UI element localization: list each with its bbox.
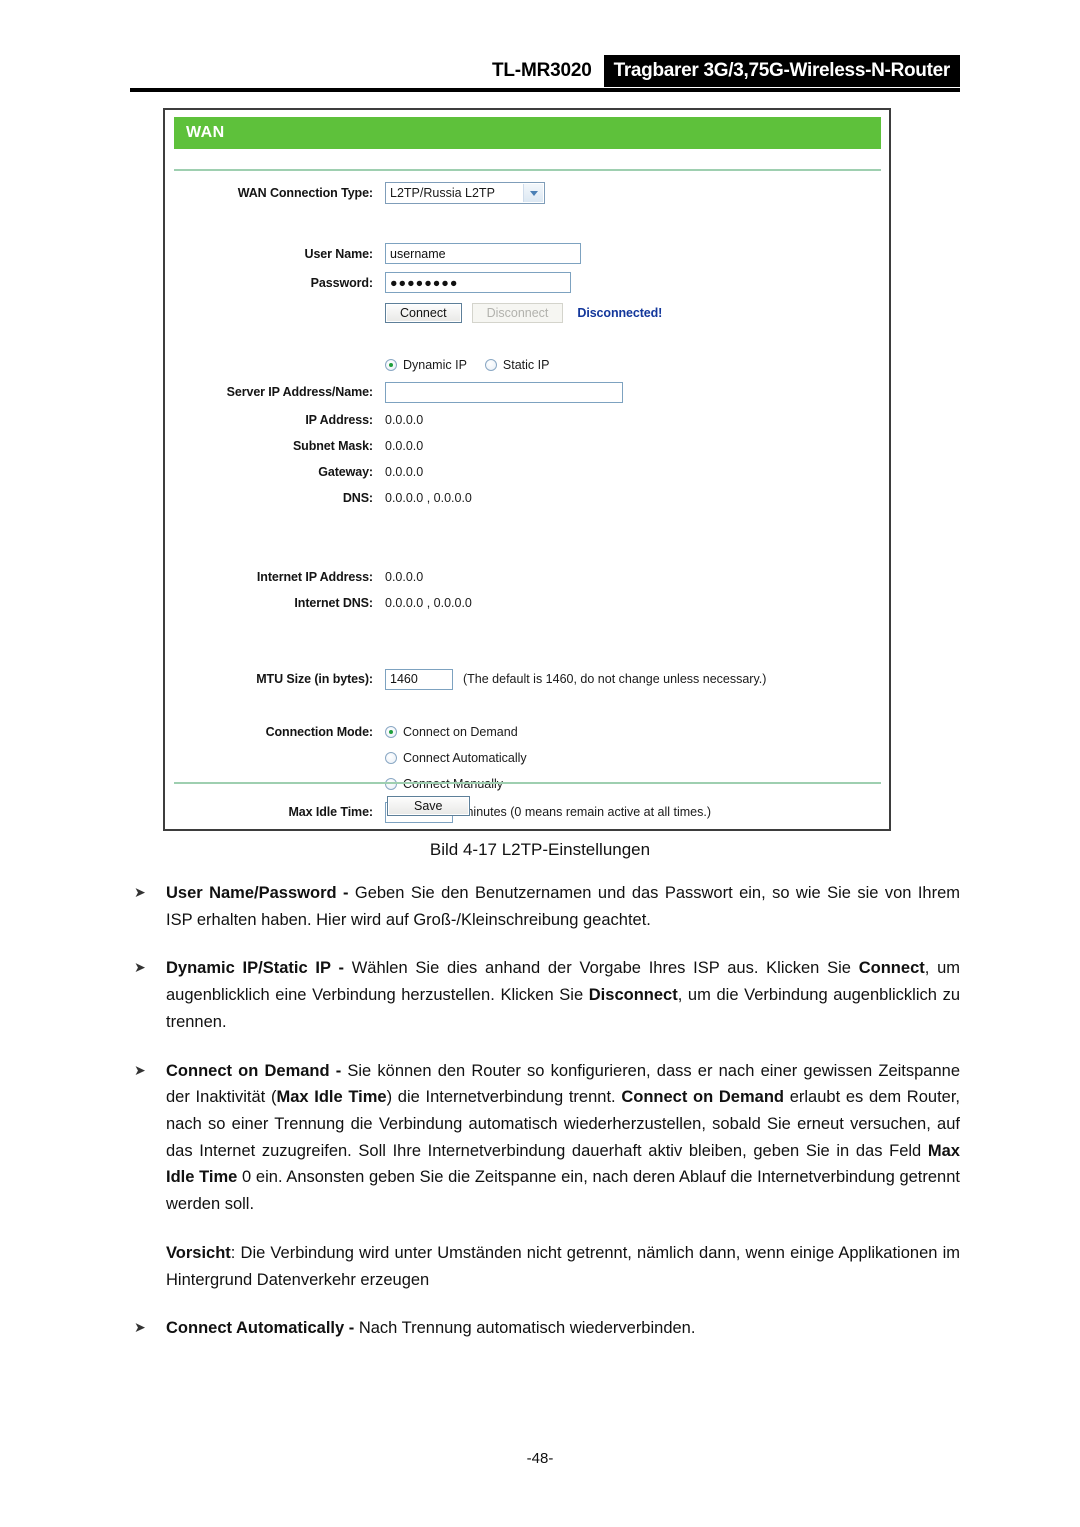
internet-dns-label: Internet DNS: xyxy=(294,596,373,610)
row-connection-mode: Connection Mode: Connect on Demand xyxy=(165,718,889,745)
radio-dynamic-ip-label: Dynamic IP xyxy=(403,357,467,372)
radio-connect-manually-icon[interactable] xyxy=(385,778,397,790)
bullet-3-term: Connect on Demand - xyxy=(166,1061,348,1080)
bottom-divider xyxy=(174,782,881,784)
row-server-ip: Server IP Address/Name: xyxy=(165,378,889,406)
row-ip-address: IP Address: 0.0.0.0 xyxy=(165,406,889,433)
radio-connect-automatically-icon[interactable] xyxy=(385,752,397,764)
radio-dynamic-ip[interactable]: Dynamic IP xyxy=(385,358,467,372)
wan-panel-title: WAN xyxy=(186,124,225,141)
save-row: Save xyxy=(165,796,889,816)
wan-connection-type-select[interactable]: L2TP/Russia L2TP xyxy=(385,182,545,204)
bullet-marker-icon: ➤ xyxy=(134,884,146,900)
row-connect-automatically: Connect Automatically xyxy=(165,745,889,771)
page-footer: -48- xyxy=(526,1450,554,1467)
radio-connect-automatically-label: Connect Automatically xyxy=(403,751,527,765)
bullet-1-term: User Name/Password - xyxy=(166,884,355,902)
mtu-size-hint: (The default is 1460, do not change unle… xyxy=(463,672,767,686)
radio-connect-on-demand[interactable]: Connect on Demand xyxy=(385,725,518,739)
disconnect-button: Disconnect xyxy=(471,303,564,323)
connection-mode-label: Connection Mode: xyxy=(265,724,374,739)
bullet-marker-icon: ➤ xyxy=(134,1061,146,1078)
dns-value: 0.0.0.0 , 0.0.0.0 xyxy=(385,491,472,505)
wan-panel-title-bar: WAN xyxy=(174,117,881,149)
internet-ip-address-value: 0.0.0.0 xyxy=(385,569,424,584)
header-product-name: Tragbarer 3G/3,75G-Wireless-N-Router xyxy=(603,55,960,87)
wan-connection-type-value: L2TP/Russia L2TP xyxy=(390,186,495,200)
bullet-user-name-password: ➤ User Name/Password - Geben Sie den Ben… xyxy=(130,880,960,933)
bullet-2-bold-disconnect: Disconnect xyxy=(588,986,678,1005)
password-label: Password: xyxy=(310,275,373,290)
save-button[interactable]: Save xyxy=(387,796,470,816)
row-mtu-size: MTU Size (in bytes): (The default is 146… xyxy=(165,664,889,694)
row-subnet-mask: Subnet Mask: 0.0.0.0 xyxy=(165,433,889,459)
internet-ip-address-label: Internet IP Address: xyxy=(256,569,373,584)
server-ip-label: Server IP Address/Name: xyxy=(226,385,373,399)
header-row: TL-MR3020 Tragbarer 3G/3,75G-Wireless-N-… xyxy=(130,55,960,87)
row-user-name: User Name: xyxy=(165,239,889,268)
radio-dynamic-ip-icon[interactable] xyxy=(385,358,397,371)
user-name-input[interactable] xyxy=(385,243,581,264)
wan-connection-type-label: WAN Connection Type: xyxy=(237,186,373,200)
router-wan-screenshot: WAN WAN Connection Type: L2TP/Russia L2T… xyxy=(163,108,891,831)
bullet-3-text-2: ) die Internetverbindung trennt. xyxy=(386,1088,622,1107)
row-wan-connection-type: WAN Connection Type: L2TP/Russia L2TP xyxy=(165,170,889,216)
bullet-4-text: Nach Trennung automatisch wiederverbinde… xyxy=(358,1319,696,1338)
bullet-marker-icon: ➤ xyxy=(134,1319,146,1336)
gateway-label: Gateway: xyxy=(318,465,373,479)
radio-static-ip-icon[interactable] xyxy=(484,358,497,371)
row-password: Password: xyxy=(165,268,889,297)
body-text: ➤ User Name/Password - Geben Sie den Ben… xyxy=(130,880,960,1364)
bullet-connect-automatically: ➤ Connect Automatically - Nach Trennung … xyxy=(130,1315,960,1342)
radio-connect-manually[interactable]: Connect Manually xyxy=(385,777,503,791)
row-gateway: Gateway: 0.0.0.0 xyxy=(165,459,889,485)
ip-address-label: IP Address: xyxy=(305,412,373,427)
radio-connect-manually-label: Connect Manually xyxy=(403,777,504,791)
radio-connect-automatically[interactable]: Connect Automatically xyxy=(385,751,527,765)
row-internet-ip-address: Internet IP Address: 0.0.0.0 xyxy=(165,563,889,590)
radio-static-ip[interactable]: Static IP xyxy=(484,357,550,372)
note-text: : Die Verbindung wird unter Umständen ni… xyxy=(166,1243,960,1289)
user-name-label: User Name: xyxy=(304,246,374,261)
header-model-name: TL-MR3020 xyxy=(492,60,592,81)
chevron-down-icon[interactable] xyxy=(523,184,543,202)
row-dns: DNS: 0.0.0.0 , 0.0.0.0 xyxy=(165,485,889,511)
bullet-marker-icon: ➤ xyxy=(134,959,146,976)
password-input[interactable] xyxy=(385,272,571,293)
radio-connect-on-demand-label: Connect on Demand xyxy=(403,724,518,739)
row-connection-actions: Connect Disconnect Disconnected! xyxy=(165,297,889,329)
ip-address-value: 0.0.0.0 xyxy=(385,412,424,427)
page-header: TL-MR3020 Tragbarer 3G/3,75G-Wireless-N-… xyxy=(130,55,960,95)
bullet-3-bold-max-idle-1: Max Idle Time xyxy=(276,1088,387,1107)
bullet-connect-on-demand: ➤ Connect on Demand - Sie können den Rou… xyxy=(130,1058,960,1218)
bullet-2-text-1: Wählen Sie dies anhand der Vorgabe Ihres… xyxy=(351,959,859,978)
note-label: Vorsicht xyxy=(166,1243,231,1262)
row-connect-manually: Connect Manually xyxy=(165,771,889,797)
radio-connect-on-demand-icon[interactable] xyxy=(385,725,397,738)
radio-static-ip-label: Static IP xyxy=(502,357,550,372)
subnet-mask-label: Subnet Mask: xyxy=(292,439,373,453)
dns-label: DNS: xyxy=(342,491,373,505)
bullet-3-text-4: 0 ein. Ansonsten geben Sie die Zeitspann… xyxy=(166,1168,960,1214)
connect-button[interactable]: Connect xyxy=(385,303,462,323)
mtu-size-input[interactable] xyxy=(385,668,453,690)
wan-form: WAN Connection Type: L2TP/Russia L2TP Us… xyxy=(165,170,889,827)
subnet-mask-value: 0.0.0.0 xyxy=(385,439,424,453)
note-vorsicht: Vorsicht: Die Verbindung wird unter Umst… xyxy=(130,1240,960,1293)
mtu-size-label: MTU Size (in bytes): xyxy=(256,672,373,686)
row-internet-dns: Internet DNS: 0.0.0.0 , 0.0.0.0 xyxy=(165,590,889,616)
bullet-4-term: Connect Automatically - xyxy=(166,1319,359,1338)
internet-dns-value: 0.0.0.0 , 0.0.0.0 xyxy=(385,596,472,610)
connection-status-text: Disconnected! xyxy=(577,306,663,320)
figure-caption: Bild 4-17 L2TP-Einstellungen xyxy=(429,840,651,859)
bullet-dynamic-static-ip: ➤ Dynamic IP/Static IP - Wählen Sie dies… xyxy=(130,955,960,1035)
bullet-3-bold-cod: Connect on Demand xyxy=(621,1088,784,1107)
server-ip-input[interactable] xyxy=(385,381,623,403)
gateway-value: 0.0.0.0 xyxy=(385,465,424,479)
bullet-2-bold-connect: Connect xyxy=(858,959,925,978)
header-rule xyxy=(130,88,960,92)
bullet-2-term: Dynamic IP/Static IP - xyxy=(166,959,352,978)
row-ip-mode: Dynamic IP Static IP xyxy=(165,351,889,378)
